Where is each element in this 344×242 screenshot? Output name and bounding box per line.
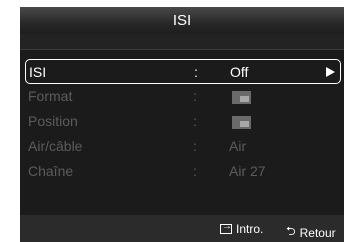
menu-item-value: Air 27 xyxy=(229,163,266,179)
return-hint-label: Retour xyxy=(299,225,336,240)
menu-item-colon: : xyxy=(194,64,198,80)
isi-menu-panel: ISI ISI : Off Format : Position : Air/câ… xyxy=(20,7,344,242)
title-separator xyxy=(20,34,344,50)
menu-item-colon: : xyxy=(193,88,197,104)
menu-item-label: Position xyxy=(28,113,78,129)
menu-item-colon: : xyxy=(193,113,197,129)
menu-item-air-cable[interactable]: Air/câble : Air xyxy=(25,134,341,159)
menu-item-colon: : xyxy=(193,163,197,179)
enter-icon xyxy=(220,221,232,234)
menu-item-value: Off xyxy=(230,64,249,80)
menu-item-label: Air/câble xyxy=(28,138,83,154)
navigation-hint-bar: Intro. ⮌ Retour xyxy=(20,215,344,242)
menu-item-label: Chaîne xyxy=(28,163,74,179)
menu-item-format[interactable]: Format : xyxy=(25,84,341,109)
menu-item-isi[interactable]: ISI : Off xyxy=(25,59,341,84)
menu-item-label: Format xyxy=(28,88,73,104)
enter-hint[interactable]: Intro. xyxy=(220,221,264,236)
menu-item-value: Air xyxy=(229,138,247,154)
arrow-right-icon xyxy=(326,67,335,77)
return-hint[interactable]: ⮌ Retour xyxy=(286,222,336,242)
menu-item-colon: : xyxy=(193,138,197,154)
format-thumbnail-icon xyxy=(232,91,251,104)
return-icon: ⮌ xyxy=(286,224,296,238)
position-thumbnail-icon xyxy=(232,116,251,129)
menu-item-position[interactable]: Position : xyxy=(25,109,341,134)
enter-hint-label: Intro. xyxy=(236,222,264,236)
menu-item-label: ISI xyxy=(29,64,47,80)
menu-title: ISI xyxy=(20,7,344,34)
menu-item-chaine[interactable]: Chaîne : Air 27 xyxy=(25,159,341,184)
